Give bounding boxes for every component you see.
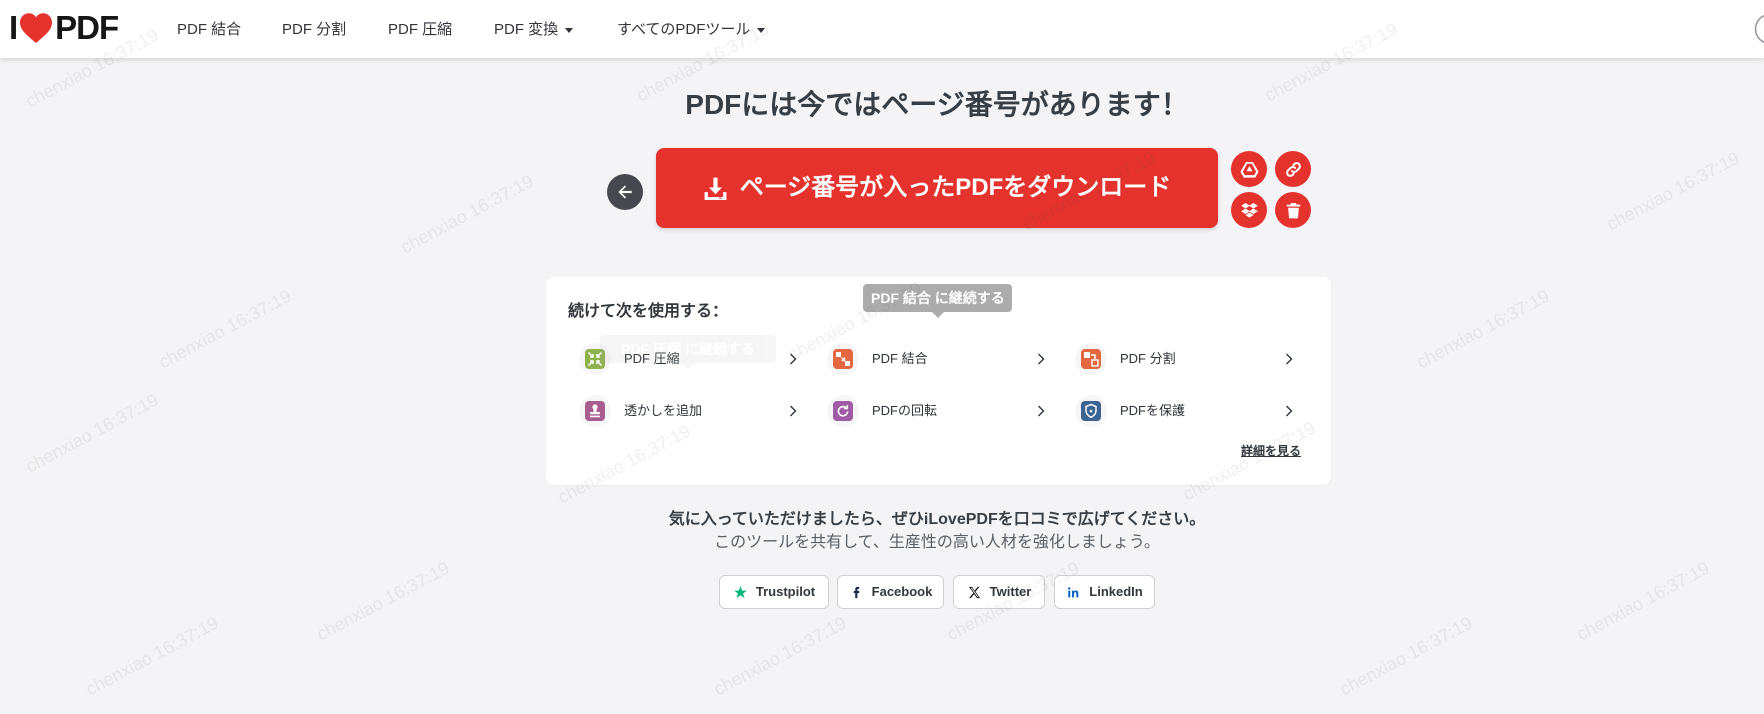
share-facebook-button[interactable]: Facebook [837, 575, 944, 609]
arrow-left-icon [618, 185, 632, 199]
shield-icon [1081, 401, 1101, 421]
dropbox-icon [1240, 202, 1258, 218]
logo-wordmark-pdf: PDF [55, 9, 119, 46]
tooltip-fading: PDF 圧縮 に継続する [600, 335, 776, 369]
link-icon [1285, 161, 1301, 177]
watermark-text: chenxiao 16:37:19 [1336, 612, 1476, 700]
tool-icon-background [1075, 395, 1107, 427]
tool-protect[interactable]: PDFを保護 [1075, 391, 1297, 431]
download-button-label: ページ番号が入ったPDFをダウンロード [739, 174, 1172, 201]
chevron-right-icon [790, 353, 797, 365]
nav-item-label: PDF 圧縮 [388, 21, 453, 38]
tool-merge[interactable]: PDF 結合 [827, 339, 1049, 379]
chevron-right-icon [790, 405, 797, 417]
nav-item-label: PDF 分割 [282, 21, 347, 38]
share-button-label: Trustpilot [755, 584, 816, 599]
watermark-text: chenxiao 16:37:19 [82, 612, 222, 700]
delete-button[interactable] [1275, 192, 1311, 228]
google-drive-icon [1239, 161, 1259, 178]
tool-icon-background [827, 395, 859, 427]
watermark-text: chenxiao 16:37:19 [155, 285, 295, 373]
chevron-right-icon [1038, 353, 1045, 365]
page-title: PDFには今ではページ番号があります！ [685, 89, 1189, 120]
watermark-text: chenxiao 16:37:19 [22, 389, 162, 477]
nav-item-split[interactable]: PDF 分割 [282, 19, 346, 41]
share-linkedin-button[interactable]: LinkedIn [1054, 575, 1155, 609]
share-headline: 気に入っていただけましたら、ぜひiLovePDFを口コミで広げてください。 [668, 511, 1206, 528]
share-subline: このツールを共有して、生産性の高い人材を強化しましょう。 [714, 534, 1160, 551]
caret-down-icon [757, 27, 766, 33]
copy-link-button[interactable] [1275, 151, 1311, 187]
tool-rotate[interactable]: PDFの回転 [827, 391, 1049, 431]
download-button[interactable]: ページ番号が入ったPDFをダウンロード [656, 148, 1218, 228]
rotate-icon [833, 401, 853, 421]
ilovepdf-logo[interactable]: I PDF [9, 9, 119, 46]
linkedin-icon [1068, 586, 1079, 597]
nav-item-label: PDF 変換 [494, 21, 559, 38]
watermark-text: chenxiao 16:37:19 [313, 557, 453, 645]
tool-label: PDF 分割 [1120, 351, 1176, 366]
share-button-label: Facebook [871, 584, 933, 599]
watermark-text: chenxiao 16:37:19 [1573, 557, 1713, 645]
watermark-text: chenxiao 16:37:19 [710, 612, 850, 700]
nav-item-label: PDF 結合 [177, 21, 242, 38]
nav-item-convert[interactable]: PDF 変換 [494, 19, 574, 41]
tool-icon-background [827, 343, 859, 375]
watermark-text: chenxiao 16:37:19 [1413, 285, 1553, 373]
tool-icon-background [1075, 343, 1107, 375]
circle-menu-icon[interactable] [1754, 13, 1764, 45]
tool-icon-background [579, 395, 611, 427]
share-button-label: LinkedIn [1089, 584, 1143, 599]
google-drive-button[interactable] [1231, 151, 1267, 187]
share-button-label: Twitter [989, 584, 1032, 599]
facebook-icon [853, 586, 860, 598]
caret-down-icon [565, 27, 574, 33]
tool-split[interactable]: PDF 分割 [1075, 339, 1297, 379]
chevron-right-icon [1286, 405, 1293, 417]
nav-item-label: すべてのPDFツール [617, 21, 751, 38]
merge-icon [833, 349, 853, 369]
chevron-right-icon [1286, 353, 1293, 365]
tool-label: PDFの回転 [872, 403, 938, 418]
trash-icon [1286, 202, 1300, 218]
continue-tools-card: 続けて次を使用する： PDF 圧縮 に継続する PDF 結合 に継続する PDF… [546, 277, 1331, 485]
stamp-icon [585, 401, 605, 421]
continue-heading: 続けて次を使用する： [568, 303, 729, 320]
logo-letter-i: I [9, 9, 18, 46]
trustpilot-star-icon [734, 585, 747, 598]
top-navbar: I PDF PDF 結合 PDF 分割 PDF 圧縮 PDF 変換 すべてのPD… [0, 0, 1764, 58]
split-icon [1081, 349, 1101, 369]
download-icon [704, 177, 727, 200]
heart-icon [20, 13, 53, 43]
nav-item-compress[interactable]: PDF 圧縮 [388, 19, 452, 41]
nav-item-all-tools[interactable]: すべてのPDFツール [617, 19, 766, 41]
x-twitter-icon [968, 586, 980, 598]
share-twitter-button[interactable]: Twitter [953, 575, 1045, 609]
tooltip-continue-merge: PDF 結合 に継続する [863, 284, 1012, 318]
tool-label: PDF 結合 [872, 351, 928, 366]
chevron-right-icon [1038, 405, 1045, 417]
tool-add-watermark[interactable]: 透かしを追加 [579, 391, 801, 431]
see-more-link[interactable]: 詳細を見る [1241, 443, 1301, 459]
watermark-text: chenxiao 16:37:19 [1603, 147, 1743, 235]
back-button[interactable] [607, 174, 643, 210]
share-trustpilot-button[interactable]: Trustpilot [719, 575, 829, 609]
dropbox-button[interactable] [1231, 192, 1267, 228]
tool-label: PDFを保護 [1120, 403, 1186, 418]
nav-item-merge[interactable]: PDF 結合 [177, 19, 241, 41]
watermark-text: chenxiao 16:37:19 [397, 170, 537, 258]
tool-label: 透かしを追加 [624, 403, 703, 418]
